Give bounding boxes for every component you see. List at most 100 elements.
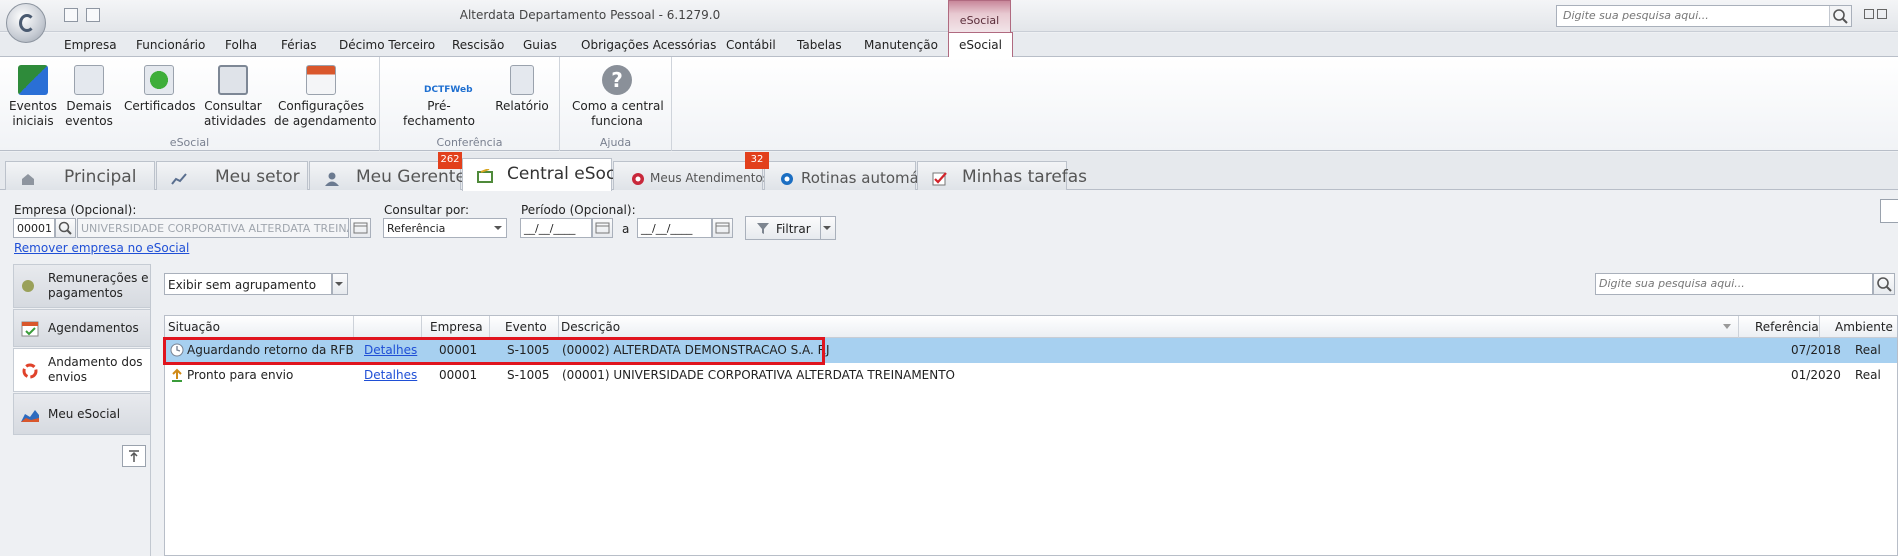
empresa-label: Empresa (Opcional): xyxy=(14,203,137,217)
context-tab-header: eSocial xyxy=(948,0,1011,33)
tab-meu-setor[interactable]: Meu setor xyxy=(156,161,308,190)
calendar-icon xyxy=(306,65,336,95)
date-from-picker[interactable] xyxy=(592,218,613,238)
esocial-icon xyxy=(477,168,493,183)
chevron-down-icon xyxy=(335,282,343,286)
grid-search-input[interactable]: Digite sua pesquisa aqui... xyxy=(1595,273,1873,295)
certificados-button[interactable]: Certificados xyxy=(124,65,195,114)
filter-funnel-icon[interactable] xyxy=(1723,324,1731,329)
menu-funcionario[interactable]: Funcionário xyxy=(136,38,205,52)
ribbon-group-ajuda: ? Como a central funciona Ajuda xyxy=(560,57,672,151)
menu-manutencao[interactable]: Manutenção xyxy=(864,38,938,52)
grouping-select[interactable]: Exibir sem agrupamento xyxy=(164,273,332,295)
document-icon xyxy=(74,65,104,95)
page-tabs: Principal Meu setor Meu Gerente 262 Cent… xyxy=(0,152,1898,191)
detalhes-link[interactable]: Detalhes xyxy=(364,343,417,357)
periodo-label: Período (Opcional): xyxy=(521,203,636,217)
report-icon xyxy=(510,65,534,95)
table-row[interactable]: Aguardando retorno da RFB Detalhes 00001… xyxy=(165,338,1897,363)
tab-rotinas-automaticas[interactable]: Rotinas automáticas xyxy=(764,161,954,190)
consultar-select[interactable]: Referência xyxy=(383,218,507,238)
sync-icon xyxy=(20,362,40,380)
eventos-iniciais-button[interactable]: Eventos iniciais xyxy=(8,65,58,129)
grouping-dropdown[interactable] xyxy=(332,273,348,295)
col-descricao[interactable]: Descrição xyxy=(561,320,620,334)
empresa-name-field: UNIVERSIDADE CORPORATIVA ALTERDATA TREIN… xyxy=(77,218,349,238)
menu-guias[interactable]: Guias xyxy=(523,38,557,52)
menu-tabelas[interactable]: Tabelas xyxy=(797,38,842,52)
col-referencia[interactable]: Referência xyxy=(1755,320,1819,334)
global-search-input[interactable]: Digite sua pesquisa aqui... xyxy=(1556,5,1852,27)
date-separator: a xyxy=(622,222,630,236)
restore-icon[interactable] xyxy=(1877,9,1887,19)
initial-events-icon xyxy=(18,65,48,95)
menu-obrigacoes-acessorias[interactable]: Obrigações Acessórias xyxy=(581,38,716,52)
como-central-funciona-button[interactable]: ? Como a central funciona xyxy=(572,65,664,129)
empresa-list-button[interactable] xyxy=(350,218,371,238)
configuracoes-agendamento-button[interactable]: Configurações de agendamento xyxy=(274,65,376,129)
search-icon xyxy=(1877,277,1892,292)
detalhes-link[interactable]: Detalhes xyxy=(364,368,417,382)
menu-esocial[interactable]: eSocial xyxy=(948,32,1013,57)
app-menu-button[interactable] xyxy=(6,3,46,43)
money-icon xyxy=(20,277,40,295)
pre-fechamento-button[interactable]: DCTFWeb Pré-fechamento xyxy=(394,65,484,129)
empresa-search-button[interactable] xyxy=(55,218,76,238)
user-icon xyxy=(324,171,340,186)
support-icon xyxy=(630,172,646,186)
menu-decimo-terceiro[interactable]: Décimo Terceiro xyxy=(339,38,435,52)
nav-agendamentos[interactable]: Agendamentos xyxy=(13,309,151,347)
pin-icon[interactable] xyxy=(122,445,146,467)
menu-bar: Empresa Funcionário Folha Férias Décimo … xyxy=(0,32,1898,57)
empresa-code-input[interactable]: 00001 xyxy=(13,218,55,238)
clock-icon xyxy=(170,343,184,357)
relatorio-button[interactable]: Relatório xyxy=(494,65,550,114)
menu-contabil[interactable]: Contábil xyxy=(726,38,776,52)
ribbon: Eventos iniciais Demais eventos Certific… xyxy=(0,57,1898,151)
demais-eventos-button[interactable]: Demais eventos xyxy=(64,65,114,129)
windows-icon[interactable] xyxy=(86,8,100,22)
table-row[interactable]: Pronto para envio Detalhes 00001 S-1005 … xyxy=(165,363,1897,388)
consultar-atividades-button[interactable]: Consultar atividades xyxy=(204,65,266,129)
col-empresa[interactable]: Empresa xyxy=(430,320,483,334)
calculator-icon[interactable] xyxy=(64,8,78,22)
menu-folha[interactable]: Folha xyxy=(225,38,257,52)
grid-search-button[interactable] xyxy=(1873,273,1895,295)
calendar-icon xyxy=(353,222,368,234)
calendar-icon xyxy=(595,222,610,234)
col-evento[interactable]: Evento xyxy=(505,320,547,334)
minimize-icon[interactable] xyxy=(1864,9,1874,19)
gear-icon xyxy=(779,171,795,185)
filter-panel: Empresa (Opcional): 00001 UNIVERSIDADE C… xyxy=(0,191,1898,259)
tab-principal[interactable]: Principal xyxy=(5,161,155,190)
nav-meu-esocial[interactable]: Meu eSocial xyxy=(13,393,151,435)
expand-icon[interactable] xyxy=(1880,199,1898,223)
date-from-input[interactable]: __/__/____ xyxy=(520,218,592,238)
menu-empresa[interactable]: Empresa xyxy=(64,38,117,52)
date-to-input[interactable]: __/__/____ xyxy=(637,218,712,238)
search-icon[interactable] xyxy=(1829,6,1851,26)
tab-minhas-tarefas[interactable]: Minhas tarefas xyxy=(917,161,1087,190)
monitor-icon xyxy=(218,65,248,95)
nav-remuneracoes[interactable]: Remunerações e pagamentos xyxy=(13,264,151,308)
checkbox-icon xyxy=(932,171,948,186)
col-ambiente[interactable]: Ambiente xyxy=(1835,320,1893,334)
calendar-icon xyxy=(715,222,730,234)
menu-ferias[interactable]: Férias xyxy=(281,38,317,52)
menu-rescisao[interactable]: Rescisão xyxy=(452,38,504,52)
window-controls[interactable] xyxy=(1864,8,1894,22)
tab-meus-atendimentos[interactable]: Meus Atendimentos xyxy=(613,161,769,190)
filtrar-button[interactable]: Filtrar xyxy=(745,216,821,240)
meus-atendimentos-badge: 32 xyxy=(745,152,769,169)
nav-andamento-envios[interactable]: Andamento dos envios xyxy=(13,348,151,392)
tab-central-esocial[interactable]: Central eSocial xyxy=(462,158,635,191)
date-to-picker[interactable] xyxy=(712,218,733,238)
remover-empresa-link[interactable]: Remover empresa no eSocial xyxy=(14,241,189,255)
col-situacao[interactable]: Situação xyxy=(168,320,220,334)
filtrar-dropdown[interactable] xyxy=(820,216,836,240)
help-icon: ? xyxy=(602,65,632,95)
ribbon-group-esocial: Eventos iniciais Demais eventos Certific… xyxy=(0,57,380,151)
home-icon xyxy=(20,171,36,185)
ribbon-group-conferencia: DCTFWeb Pré-fechamento Relatório Conferê… xyxy=(380,57,560,151)
app-logo-icon xyxy=(19,14,35,32)
